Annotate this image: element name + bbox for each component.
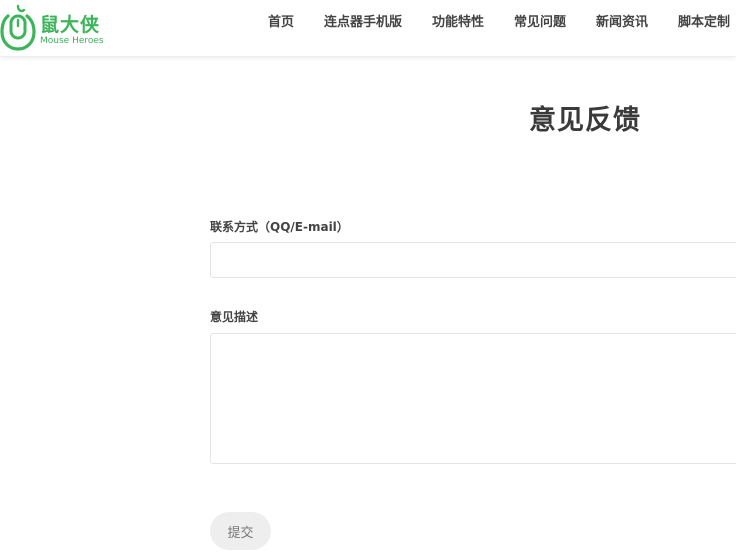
logo-subtitle: Mouse Heroes [40, 36, 104, 46]
nav-item-features[interactable]: 功能特性 [432, 0, 484, 48]
mouse-hero-logo-icon [0, 4, 36, 51]
nav-item-faq[interactable]: 常见问题 [514, 0, 566, 48]
page-title: 意见反馈 [529, 105, 641, 136]
submit-button[interactable]: 提交 [210, 512, 271, 550]
description-label: 意见描述 [210, 310, 259, 324]
logo-name: 鼠大侠 [40, 14, 101, 36]
nav-item-mobile-clicker[interactable]: 连点器手机版 [324, 0, 402, 48]
site-logo[interactable]: 鼠大侠 Mouse Heroes [0, 2, 110, 52]
contact-input[interactable] [210, 242, 736, 278]
site-header: 鼠大侠 Mouse Heroes 首页 连点器手机版 功能特性 常见问题 新闻资… [0, 0, 736, 57]
feedback-page: 鼠大侠 Mouse Heroes 首页 连点器手机版 功能特性 常见问题 新闻资… [0, 0, 736, 552]
description-textarea[interactable] [210, 333, 736, 464]
contact-label: 联系方式（QQ/E-mail） [210, 220, 349, 234]
nav-item-news[interactable]: 新闻资讯 [596, 0, 648, 48]
nav-item-script-custom[interactable]: 脚本定制 [678, 0, 730, 48]
nav-item-home[interactable]: 首页 [268, 0, 294, 48]
